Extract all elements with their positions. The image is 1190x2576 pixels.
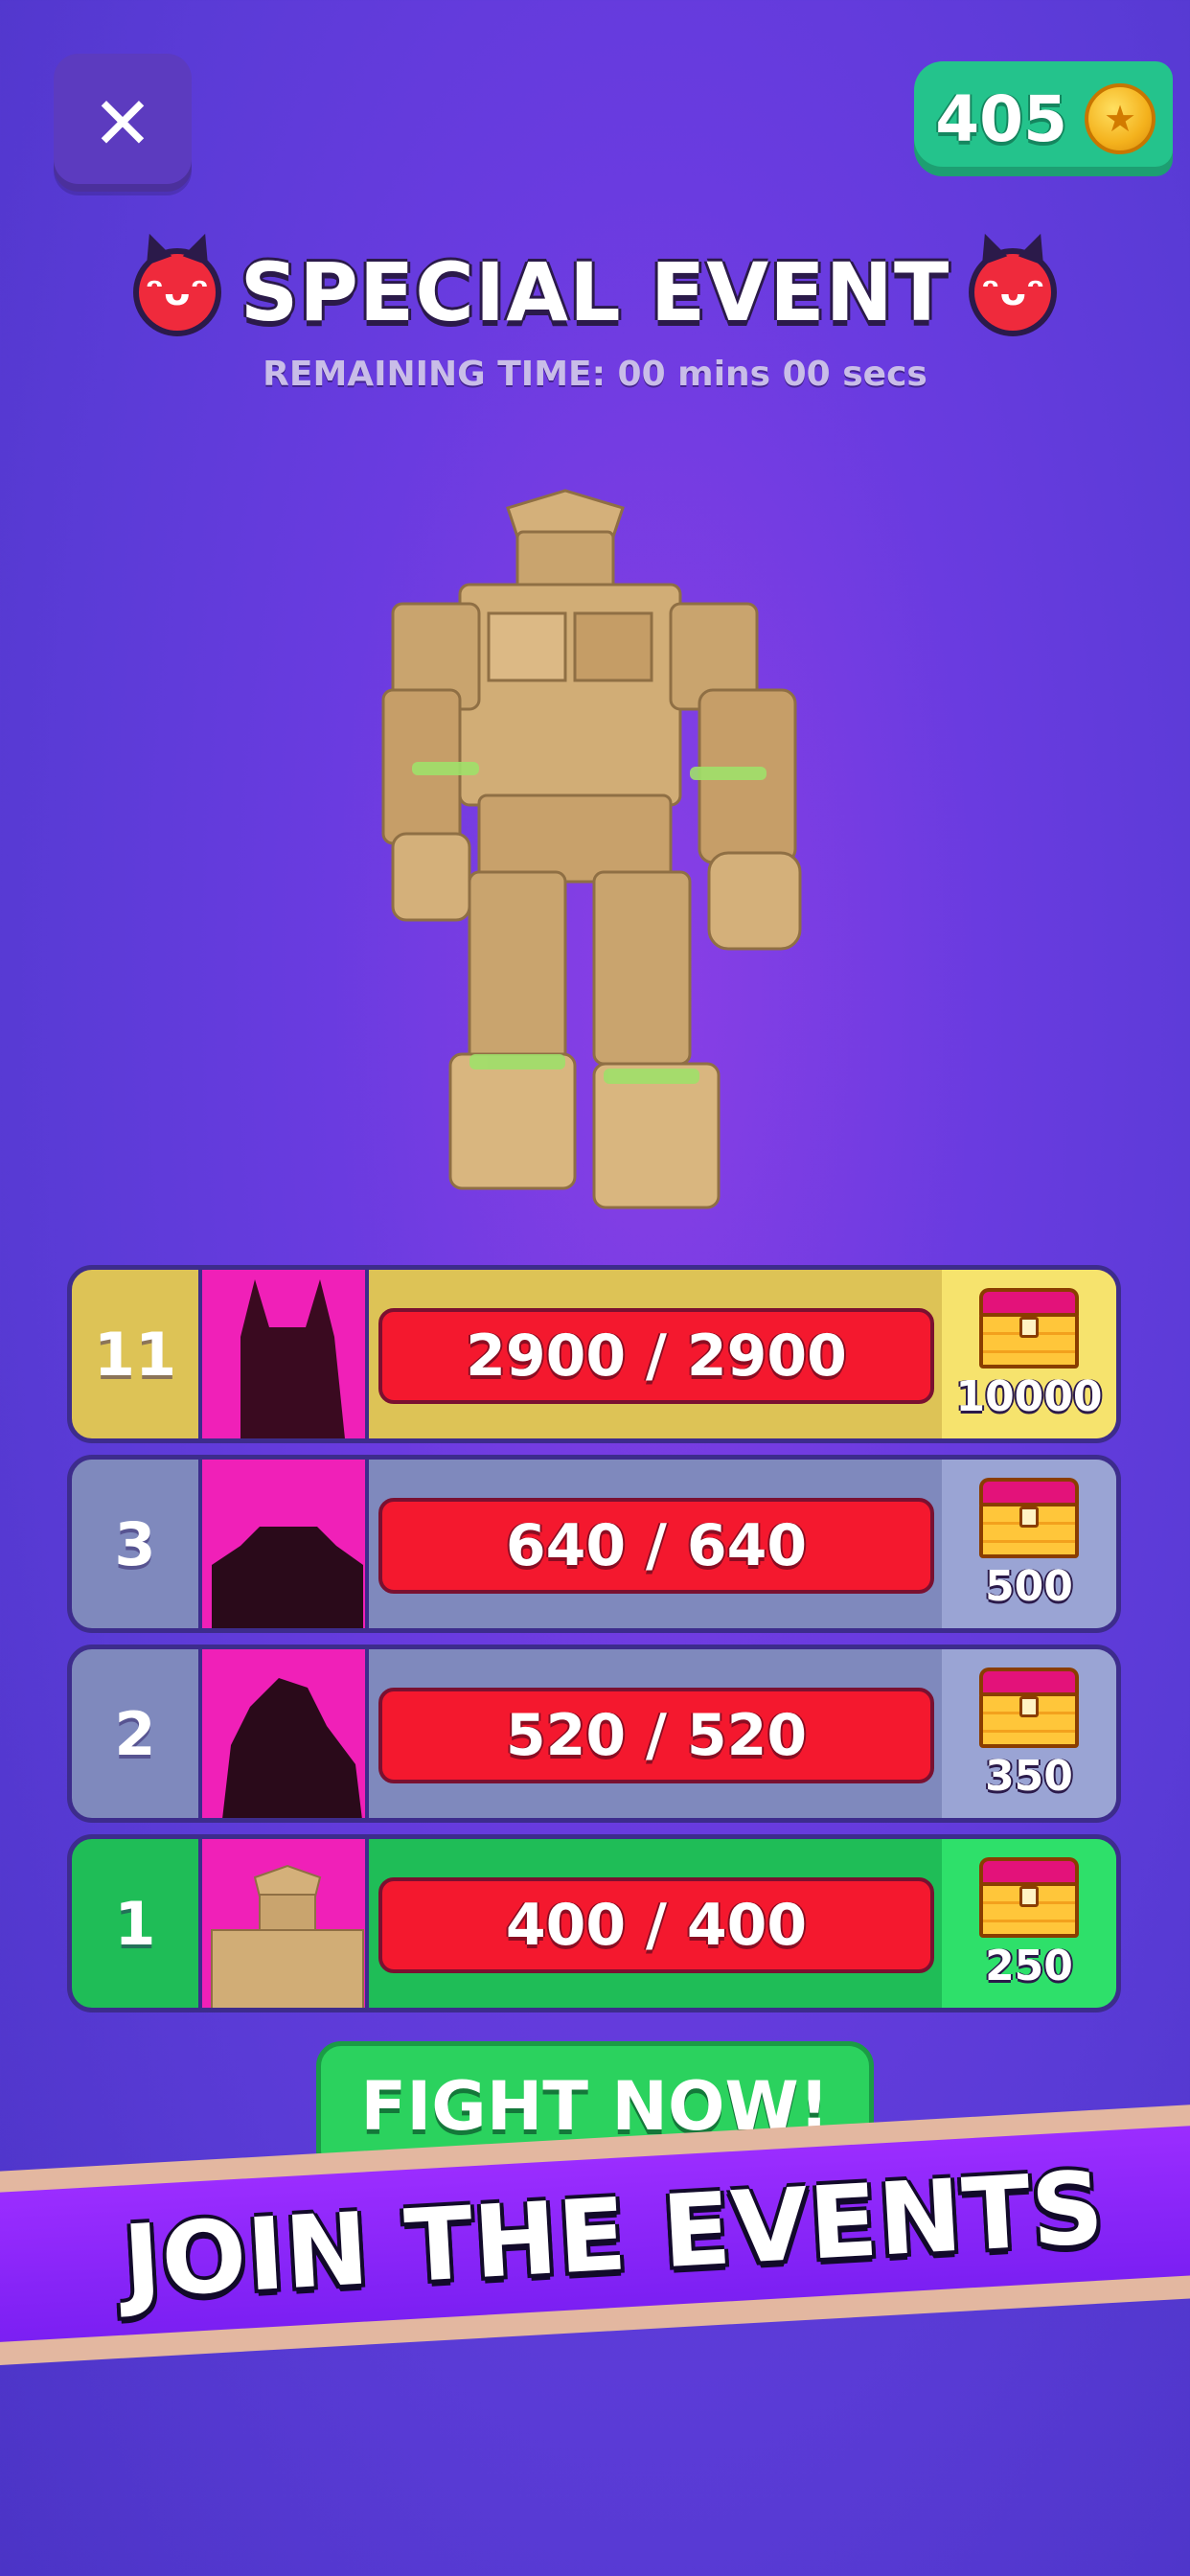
boss-rank: 1 <box>114 1888 156 1959</box>
boss-row[interactable]: 2 520 / 520 350 <box>67 1644 1121 1823</box>
reward-box: 350 <box>942 1649 1116 1818</box>
promo-banner: JOIN THE EVENTS <box>0 2042 1190 2404</box>
boss-row[interactable]: 3 640 / 640 500 <box>67 1455 1121 1633</box>
boss-portrait <box>198 1839 369 2008</box>
boss-portrait <box>198 1270 369 1438</box>
boss-rank: 11 <box>93 1319 177 1390</box>
boss-hp-bar: 520 / 520 <box>378 1688 934 1783</box>
boss-portrait <box>198 1649 369 1818</box>
devil-icon: ᵔᴗᵔ <box>969 248 1058 336</box>
event-title-row: ᵔᴗᵔ SPECIAL EVENT ᵔᴗᵔ <box>0 240 1190 345</box>
boss-rank: 2 <box>114 1698 156 1769</box>
close-button[interactable]: ✕ <box>54 54 192 192</box>
close-icon: ✕ <box>92 80 153 166</box>
chest-icon <box>979 1477 1079 1558</box>
boss-rank: 3 <box>114 1508 156 1579</box>
remaining-time: REMAINING TIME: 00 mins 00 secs <box>263 355 927 394</box>
coin-counter: 405 ★ <box>914 61 1173 176</box>
reward-amount: 350 <box>985 1751 1073 1801</box>
reward-box: 10000 <box>942 1270 1116 1438</box>
boss-hp-bar: 2900 / 2900 <box>378 1308 934 1404</box>
chest-icon <box>979 1287 1079 1368</box>
boss-golem-image <box>381 489 802 1209</box>
reward-box: 500 <box>942 1460 1116 1628</box>
boss-row[interactable]: 11 2900 / 2900 10000 <box>67 1265 1121 1443</box>
boss-list: 11 2900 / 2900 10000 3 640 / 640 500 2 5… <box>67 1265 1121 2024</box>
boss-hp-bar: 640 / 640 <box>378 1498 934 1594</box>
reward-amount: 250 <box>985 1941 1073 1990</box>
coin-icon: ★ <box>1085 83 1156 154</box>
chest-icon <box>979 1856 1079 1938</box>
boss-portrait <box>198 1460 369 1628</box>
coin-amount: 405 <box>935 81 1067 156</box>
chest-icon <box>979 1667 1079 1748</box>
boss-row[interactable]: 1 400 / 400 250 <box>67 1834 1121 2012</box>
devil-icon: ᵔᴗᵔ <box>132 248 221 336</box>
page-title: SPECIAL EVENT <box>240 245 950 339</box>
reward-amount: 10000 <box>955 1371 1103 1421</box>
boss-hp-bar: 400 / 400 <box>378 1877 934 1973</box>
reward-amount: 500 <box>985 1561 1073 1611</box>
reward-box: 250 <box>942 1839 1116 2008</box>
